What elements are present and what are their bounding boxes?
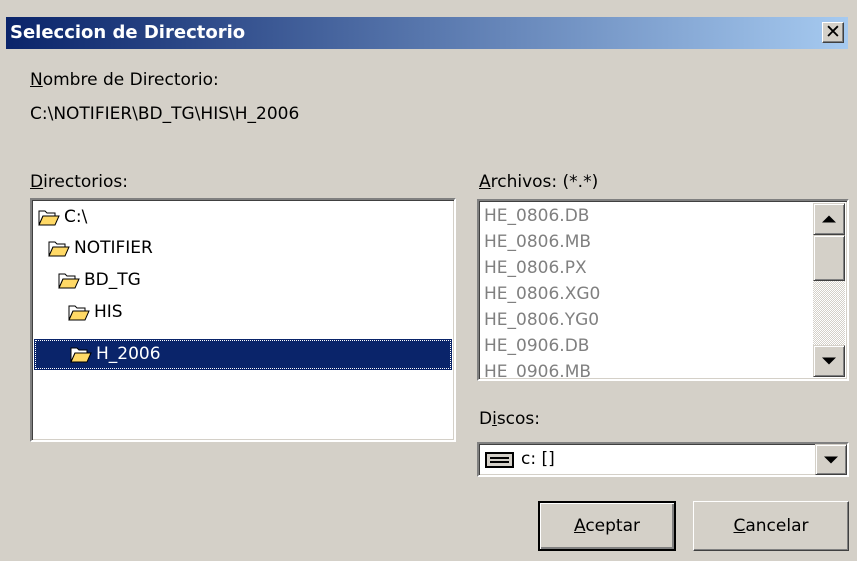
drives-dropdown[interactable]: c: []: [477, 442, 849, 477]
scroll-down-button[interactable]: [813, 345, 845, 377]
files-scrollbar[interactable]: [813, 203, 845, 377]
directory-tree-list[interactable]: C:\ NOTIFIER BD_TG HIS H_2006: [30, 198, 456, 442]
arrow-down-icon: [822, 357, 836, 365]
directory-name-label: Nombre de Directorio:: [30, 70, 219, 90]
list-item[interactable]: HE_0806.MB: [484, 229, 591, 255]
directory-item-selected[interactable]: H_2006: [34, 339, 452, 370]
drive-selected-value: c: []: [521, 449, 555, 469]
list-item[interactable]: HE_0906.DB: [484, 333, 589, 359]
title-bar[interactable]: Seleccion de Directorio ✕: [6, 17, 848, 49]
accept-button[interactable]: Aceptar: [538, 501, 676, 551]
drives-label: Discos:: [479, 409, 541, 429]
open-folder-icon: [48, 241, 70, 257]
open-folder-icon: [38, 210, 60, 226]
directory-item[interactable]: NOTIFIER: [48, 233, 248, 264]
open-folder-icon: [58, 273, 80, 289]
list-item[interactable]: HE_0806.PX: [484, 255, 587, 281]
open-folder-icon: [68, 305, 90, 321]
open-folder-icon: [70, 347, 92, 363]
list-item[interactable]: HE_0806.XG0: [484, 281, 600, 307]
files-list[interactable]: HE_0806.DB HE_0806.MB HE_0806.PX HE_0806…: [477, 199, 849, 381]
arrow-up-icon: [822, 215, 836, 223]
drive-icon: [485, 452, 514, 468]
directories-label: Directorios:: [30, 172, 129, 192]
chevron-down-icon: [824, 456, 838, 463]
close-button[interactable]: ✕: [822, 21, 844, 43]
directory-item[interactable]: HIS: [68, 297, 268, 328]
list-item[interactable]: HE_0906.MB: [484, 359, 591, 379]
list-item[interactable]: HE_0806.YG0: [484, 307, 599, 333]
directory-item[interactable]: C:\: [38, 202, 238, 233]
current-directory-path: C:\NOTIFIER\BD_TG\HIS\H_2006: [30, 104, 300, 124]
directory-selection-dialog: Seleccion de Directorio ✕ Nombre de Dire…: [0, 0, 857, 561]
list-item[interactable]: HE_0806.DB: [484, 203, 589, 229]
scroll-up-button[interactable]: [813, 203, 845, 235]
close-icon: ✕: [825, 21, 841, 43]
scroll-thumb[interactable]: [813, 235, 845, 281]
window-title: Seleccion de Directorio: [10, 22, 246, 43]
directory-item[interactable]: BD_TG: [58, 265, 258, 296]
drives-dropdown-button[interactable]: [815, 444, 847, 475]
files-label: Archivos: (*.*): [479, 172, 599, 192]
cancel-button[interactable]: Cancelar: [693, 501, 849, 551]
